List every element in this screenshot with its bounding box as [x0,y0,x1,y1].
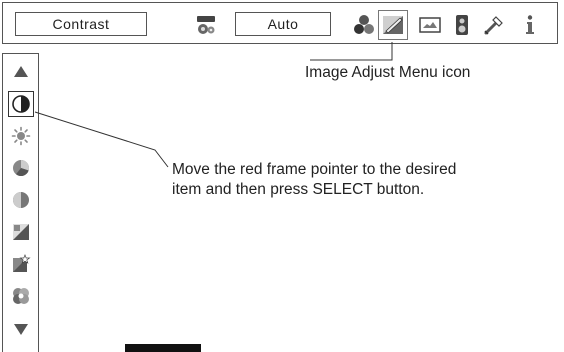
pointer-leader-line [34,111,169,168]
pointer-callout: Move the red frame pointer to the desire… [172,160,456,200]
scroll-up-icon[interactable] [10,61,32,83]
menu-icon-callout: Image Adjust Menu icon [305,64,471,81]
image-select-icon[interactable] [351,12,377,38]
color-icon[interactable] [10,157,32,179]
menu-bar: Contrast Auto [2,2,558,44]
screen-icon[interactable] [417,12,443,38]
pointer-callout-line2: item and then press SELECT button. [172,181,425,198]
image-adjust-sidebar [2,53,39,352]
black-bar [125,344,201,352]
menu-item-name-field: Contrast [15,12,147,36]
menu-icon-leader-line [310,42,393,61]
information-icon[interactable] [517,12,543,38]
white-balance-icon[interactable] [10,253,32,275]
gamma-icon[interactable] [10,285,32,307]
menu-item-value-field: Auto [235,12,331,36]
tint-icon[interactable] [10,189,32,211]
pc-adjust-icon[interactable] [193,12,219,38]
color-temp-icon[interactable] [10,221,32,243]
sound-icon[interactable] [449,12,475,38]
image-adjust-icon[interactable] [378,10,408,40]
scroll-down-icon[interactable] [10,318,32,340]
brightness-icon[interactable] [10,125,32,147]
contrast-icon[interactable] [8,91,34,117]
setting-icon[interactable] [481,12,507,38]
pointer-callout-line1: Move the red frame pointer to the desire… [172,161,457,178]
